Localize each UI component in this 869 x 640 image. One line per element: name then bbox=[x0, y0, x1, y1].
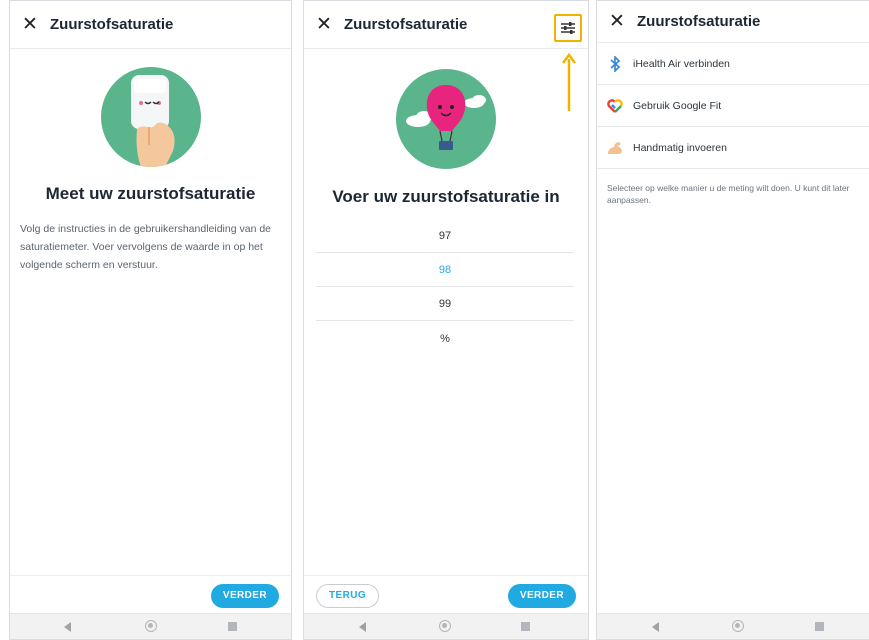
system-nav-bar bbox=[597, 613, 869, 639]
app-bar: ✕ Zuurstofsaturatie bbox=[597, 1, 869, 43]
footer-actions: VERDER bbox=[10, 575, 291, 613]
picker-option-above[interactable]: 97 bbox=[316, 220, 574, 253]
google-fit-icon bbox=[597, 98, 633, 113]
screen-enter-value: ✕ Zuurstofsaturatie Voer uw zuurstofsatu… bbox=[303, 0, 589, 640]
option-label: Gebruik Google Fit bbox=[633, 99, 722, 112]
next-button[interactable]: VERDER bbox=[210, 584, 279, 608]
instruction-text: Volg de instructies in de gebruikershand… bbox=[20, 223, 272, 271]
option-ihealth[interactable]: iHealth Air verbinden bbox=[597, 43, 869, 85]
system-nav-bar bbox=[10, 613, 291, 639]
option-manual[interactable]: Handmatig invoeren bbox=[597, 127, 869, 169]
unit-label: % bbox=[440, 333, 450, 345]
app-bar: ✕ Zuurstofsaturatie bbox=[10, 1, 291, 49]
option-label: Handmatig invoeren bbox=[633, 141, 727, 154]
screen-method-options: ✕ Zuurstofsaturatie iHealth Air verbinde… bbox=[596, 0, 869, 640]
next-button[interactable]: VERDER bbox=[507, 584, 576, 608]
nav-back-icon[interactable] bbox=[652, 622, 659, 632]
system-nav-bar bbox=[304, 613, 588, 639]
picker-option-selected[interactable]: 98 bbox=[316, 254, 574, 287]
back-button[interactable]: TERUG bbox=[316, 584, 379, 608]
page-title: Zuurstofsaturatie bbox=[50, 16, 174, 33]
nav-back-icon[interactable] bbox=[64, 622, 71, 632]
screen-heading: Voer uw zuurstofsaturatie in bbox=[332, 187, 560, 206]
nav-recent-icon[interactable] bbox=[815, 622, 824, 631]
nav-home-icon[interactable] bbox=[732, 620, 744, 632]
close-icon[interactable]: ✕ bbox=[597, 12, 637, 31]
flexed-arm-icon bbox=[597, 141, 633, 155]
oximeter-illustration bbox=[101, 67, 201, 167]
nav-recent-icon[interactable] bbox=[521, 622, 530, 631]
option-label: iHealth Air verbinden bbox=[633, 57, 730, 70]
balloon-illustration bbox=[396, 69, 496, 169]
footer-actions: TERUG VERDER bbox=[304, 575, 588, 613]
app-bar: ✕ Zuurstofsaturatie bbox=[304, 1, 588, 49]
nav-recent-icon[interactable] bbox=[228, 622, 237, 631]
picker-option-below[interactable]: 99 bbox=[316, 288, 574, 321]
nav-home-icon[interactable] bbox=[439, 620, 451, 632]
hint-text: Selecteer op welke manier u de meting wi… bbox=[607, 183, 850, 205]
close-icon[interactable]: ✕ bbox=[10, 15, 50, 34]
close-icon[interactable]: ✕ bbox=[304, 15, 344, 34]
option-google-fit[interactable]: Gebruik Google Fit bbox=[597, 85, 869, 127]
bluetooth-icon bbox=[597, 55, 633, 72]
page-title: Zuurstofsaturatie bbox=[637, 13, 761, 30]
nav-back-icon[interactable] bbox=[359, 622, 366, 632]
highlight-arrow-icon bbox=[562, 53, 576, 111]
screen-measure-intro: ✕ Zuurstofsaturatie Meet uw zuurstofsatu… bbox=[9, 0, 292, 640]
screen-heading: Meet uw zuurstofsaturatie bbox=[45, 184, 256, 203]
nav-home-icon[interactable] bbox=[145, 620, 157, 632]
filter-sliders-icon[interactable] bbox=[554, 14, 582, 42]
page-title: Zuurstofsaturatie bbox=[344, 16, 468, 33]
